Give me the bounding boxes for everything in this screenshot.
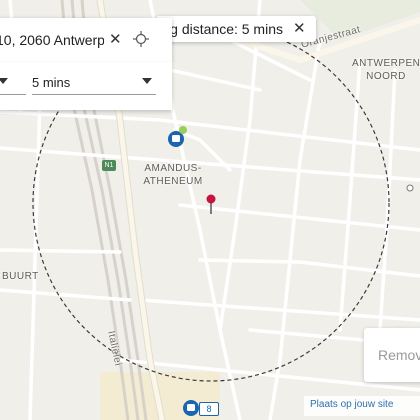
district-label-amandus: AMANDUS- ATHENEUM bbox=[142, 162, 204, 188]
transit-line-badge: 8 bbox=[199, 402, 219, 416]
district-label-buurt: BUURT bbox=[2, 270, 39, 283]
remove-button[interactable]: Remove bbox=[364, 328, 420, 382]
district-label-line: NOORD bbox=[366, 71, 406, 82]
embed-link[interactable]: Plaats op jouw site bbox=[310, 399, 393, 410]
travel-options-panel: 5 mins bbox=[0, 62, 172, 110]
close-icon[interactable]: ✕ bbox=[109, 30, 122, 48]
address-input[interactable]: 10, 2060 Antwerpe bbox=[0, 32, 104, 48]
tram-stop-icon[interactable] bbox=[183, 400, 199, 416]
road-number-badge: N1 bbox=[102, 160, 116, 171]
crosshair-icon[interactable] bbox=[132, 30, 150, 48]
walking-distance-chip: ng distance: 5 mins ✕ bbox=[156, 16, 316, 42]
poi-dot[interactable] bbox=[406, 184, 414, 192]
district-label-line: ATHENEUM bbox=[143, 176, 203, 187]
close-icon[interactable]: ✕ bbox=[293, 19, 306, 37]
road-number-text: N1 bbox=[104, 162, 114, 169]
travel-duration-value: 5 mins bbox=[32, 75, 71, 90]
remove-button-label: Remove bbox=[378, 347, 420, 363]
district-label-line: ANTWERPEN- bbox=[352, 58, 420, 69]
address-search-panel: 10, 2060 Antwerpe ✕ bbox=[0, 18, 172, 62]
map-app: AMANDUS- ATHENEUM ANTWERPEN- NOORD BUURT… bbox=[0, 0, 420, 420]
chevron-down-icon bbox=[142, 78, 152, 84]
travel-duration-select[interactable]: 5 mins bbox=[32, 70, 156, 95]
transit-line-number: 8 bbox=[206, 404, 212, 414]
district-label-antwerpen-noord: ANTWERPEN- NOORD bbox=[352, 57, 420, 83]
travel-mode-select[interactable] bbox=[0, 70, 26, 95]
attribution-bar: Plaats op jouw site bbox=[304, 396, 420, 416]
chevron-down-icon bbox=[0, 78, 8, 84]
district-label-line: AMANDUS- bbox=[144, 163, 202, 174]
walking-distance-label: ng distance: 5 mins bbox=[162, 21, 283, 37]
district-label-line: BUURT bbox=[2, 271, 39, 282]
